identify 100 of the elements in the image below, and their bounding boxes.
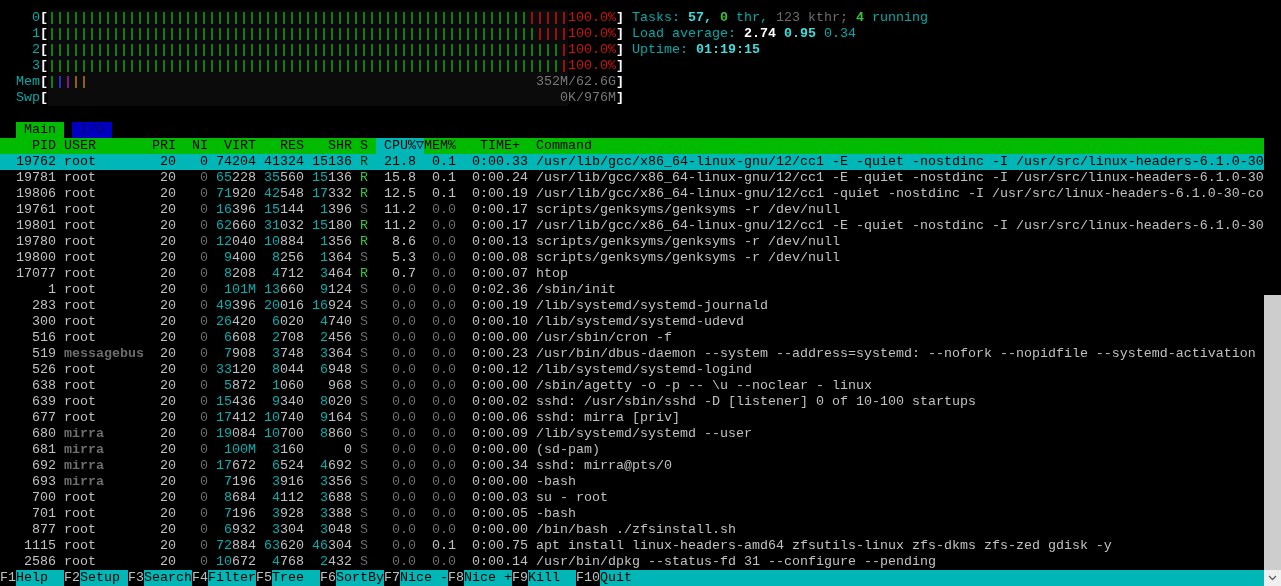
- pid-cell-text: 1115: [23, 538, 56, 554]
- nice-cell-text: 0: [199, 346, 208, 362]
- pid-cell-text: 639: [31, 394, 56, 410]
- process-row[interactable]: 680 mirra 20 0 19084 10700 8860 S 0.0 0.0 0:00.09 /lib/systemd/systemd --user: [0, 426, 1264, 442]
- meter-label: Swp: [15, 90, 40, 106]
- column-header[interactable]: SHR: [304, 138, 352, 154]
- res-cell-text: 3160: [271, 442, 304, 458]
- shr-cell-text: 6948: [319, 362, 352, 378]
- cpu-cell-text: 0.0: [391, 506, 416, 522]
- column-header[interactable]: TIME+: [456, 138, 520, 154]
- function-key-button[interactable]: F10Quit: [576, 570, 1264, 586]
- chevron-down-icon[interactable]: [1268, 575, 1277, 581]
- virt-cell-text: 26420: [215, 314, 256, 330]
- tab[interactable]: Main: [16, 122, 64, 138]
- virt-cell-text: 6932: [223, 522, 256, 538]
- function-key-button[interactable]: F3Search: [128, 570, 192, 586]
- nice-cell-text: 0: [199, 154, 208, 170]
- function-key-button[interactable]: F7Nice -: [384, 570, 448, 586]
- process-row[interactable]: 1115 root 20 0 72884 63620 46304 S 0.0 0.1 0:00.75 apt install linux-headers-amd64 zfsutils-linux zfs-dkms zfs-zed gdisk -y: [0, 538, 1264, 554]
- process-row[interactable]: 1 root 20 0 101M 13660 9124 S 0.0 0.0 0:02.36 /sbin/init: [0, 282, 1264, 298]
- virt-cell-text: 7908: [223, 346, 256, 362]
- nice-cell-text: 0: [199, 378, 208, 394]
- process-row[interactable]: 19762 root 20 0 74204 41324 15136 R 21.8 0.1 0:00.33 /usr/lib/gcc/x86_64-linux-gnu/12/cc1 -E -quiet -nostdinc -I /usr/src/linux-headers-6.1.0-30: [0, 154, 1264, 170]
- mem-cell-text: 0.0: [431, 554, 456, 570]
- virt-cell-text: 15436: [215, 394, 256, 410]
- column-header[interactable]: USER: [64, 138, 144, 154]
- process-row[interactable]: 283 root 20 0 49396 20016 16924 S 0.0 0.0 0:00.19 /lib/systemd/systemd-journald: [0, 298, 1264, 314]
- process-row[interactable]: 519 messagebus 20 0 7908 3748 3364 S 0.0 0.0 0:00.23 /usr/bin/dbus-daemon --system --address=systemd: --nofork --nopidfile --systemd-activation: [0, 346, 1264, 362]
- process-row[interactable]: 877 root 20 0 6932 3304 3048 S 0.0 0.0 0:00.00 /bin/bash ./zfsinstall.sh: [0, 522, 1264, 538]
- process-row[interactable]: 19780 root 20 0 12040 10884 1356 R 8.6 0.0 0:00.13 scripts/genksyms/genksyms -r /dev/null: [0, 234, 1264, 250]
- column-header[interactable]: MEM%: [424, 138, 456, 154]
- cpu-cell-text: 11.2: [383, 218, 416, 234]
- res-cell-text: 3928: [271, 506, 304, 522]
- process-row[interactable]: 19800 root 20 0 9400 8256 1364 S 5.3 0.0 0:00.08 scripts/genksyms/genksyms -r /dev/null: [0, 250, 1264, 266]
- meter-bracket: [: [40, 10, 48, 26]
- column-header[interactable]: PID: [0, 138, 56, 154]
- process-row[interactable]: 701 root 20 0 7196 3928 3388 S 0.0 0.0 0:00.05 -bash: [0, 506, 1264, 522]
- res-cell-text: 13660: [263, 282, 304, 298]
- process-row[interactable]: 2586 root 20 0 10672 4768 2432 S 0.0 0.0 0:00.14 /usr/bin/dpkg --status-fd 31 --configure --pending: [0, 554, 1264, 570]
- column-header[interactable]: PRI: [144, 138, 176, 154]
- function-key-button[interactable]: F5Tree: [256, 570, 320, 586]
- function-key-button[interactable]: F1Help: [0, 570, 64, 586]
- scrollbar-thumb[interactable]: [1264, 295, 1281, 570]
- state-cell-text: S: [359, 522, 368, 538]
- res-cell-text: 63620: [263, 538, 304, 554]
- res-cell-text: 42548: [263, 186, 304, 202]
- virt-cell-text: 33120: [215, 362, 256, 378]
- state-cell-text: S: [359, 538, 368, 554]
- state-cell-text: S: [359, 362, 368, 378]
- state-cell-text: S: [359, 346, 368, 362]
- process-row[interactable]: 639 root 20 0 15436 9340 8020 S 0.0 0.0 0:00.02 sshd: /usr/sbin/sshd -D [listener] 0 of 10-100 startups: [0, 394, 1264, 410]
- process-row[interactable]: 692 mirra 20 0 17672 6524 4692 S 0.0 0.0 0:00.34 sshd: mirra@pts/0: [0, 458, 1264, 474]
- process-row[interactable]: 526 root 20 0 33120 8044 6948 S 0.0 0.0 0:00.12 /lib/systemd/systemd-logind: [0, 362, 1264, 378]
- function-key-button[interactable]: F6SortBy: [320, 570, 384, 586]
- command-cell: scripts/genksyms/genksyms -r /dev/null: [536, 234, 840, 250]
- shr-cell-text: 2456: [319, 330, 352, 346]
- column-header[interactable]: CPU%▽: [376, 138, 424, 154]
- state-cell-text: R: [359, 234, 368, 250]
- pid-cell-text: 1: [47, 282, 56, 298]
- user-cell-text: root: [64, 362, 97, 378]
- process-row[interactable]: 17077 root 20 0 8208 4712 3464 R 0.7 0.0 0:00.07 htop: [0, 266, 1264, 282]
- mem-cell-text: 0.0: [431, 202, 456, 218]
- meter-label: Mem: [15, 74, 40, 90]
- column-header[interactable]: S: [352, 138, 368, 154]
- process-row[interactable]: 638 root 20 0 5872 1060 968 S 0.0 0.0 0:00.00 /sbin/agetty -o -p -- \u --noclear - linux: [0, 378, 1264, 394]
- process-row[interactable]: 19781 root 20 0 65228 35560 15136 R 15.8 0.1 0:00.24 /usr/lib/gcc/x86_64-linux-gnu/12/cc1 -E -quiet -nostdinc -I /usr/src/linux-headers-6.1.0-30: [0, 170, 1264, 186]
- virt-cell-text: 12040: [215, 234, 256, 250]
- function-key-button[interactable]: F9Kill: [512, 570, 576, 586]
- cpu-cell-text: 0.0: [391, 490, 416, 506]
- process-row[interactable]: 681 mirra 20 0 100M 3160 0 S 0.0 0.0 0:00.00 (sd-pam): [0, 442, 1264, 458]
- meter-bracket: ]: [616, 74, 624, 90]
- virt-cell-text: 10672: [215, 554, 256, 570]
- process-row[interactable]: 19801 root 20 0 62660 31032 15180 R 11.2 0.0 0:00.17 /usr/lib/gcc/x86_64-linux-gnu/12/cc1 -E -quiet -nostdinc -I /usr/src/linux-headers-6.1.0-30: [0, 218, 1264, 234]
- priority-cell-text: 20: [159, 314, 176, 330]
- process-row[interactable]: 700 root 20 0 8684 4112 3688 S 0.0 0.0 0:00.03 su - root: [0, 490, 1264, 506]
- meter-reading: 100.0%: [568, 42, 616, 58]
- summary-text: 57,: [688, 10, 712, 26]
- mem-cell-text: 0.1: [431, 154, 456, 170]
- function-key-button[interactable]: F2Setup: [64, 570, 128, 586]
- column-header[interactable]: VIRT: [208, 138, 256, 154]
- res-cell-text: 10740: [263, 410, 304, 426]
- time-cell-text: 0:00.24: [471, 170, 528, 186]
- process-row[interactable]: 300 root 20 0 26420 6020 4740 S 0.0 0.0 0:00.10 /lib/systemd/systemd-udevd: [0, 314, 1264, 330]
- column-header[interactable]: Command: [536, 138, 592, 154]
- function-key-button[interactable]: F8Nice +: [448, 570, 512, 586]
- process-row[interactable]: 677 root 20 0 17412 10740 9164 S 0.0 0.0 0:00.06 sshd: mirra [priv]: [0, 410, 1264, 426]
- process-row[interactable]: 19761 root 20 0 16396 15144 1396 S 11.2 0.0 0:00.17 scripts/genksyms/genksyms -r /dev/null: [0, 202, 1264, 218]
- summary-text: Uptime:: [632, 42, 688, 58]
- pid-cell-text: 638: [31, 378, 56, 394]
- user-cell-text: root: [64, 506, 97, 522]
- process-row[interactable]: 19806 root 20 0 71920 42548 17332 R 12.5 0.1 0:00.19 /usr/lib/gcc/x86_64-linux-gnu/12/cc1 -quiet -nostdinc -I /usr/src/linux-headers-6.1.0-30-co: [0, 186, 1264, 202]
- column-header[interactable]: NI: [176, 138, 208, 154]
- summary-text: 0: [720, 10, 728, 26]
- shr-cell-text: 3356: [319, 474, 352, 490]
- process-row[interactable]: 516 root 20 0 6608 2708 2456 S 0.0 0.0 0:00.00 /usr/sbin/cron -f: [0, 330, 1264, 346]
- meter-reading: 100.0%: [568, 10, 616, 26]
- process-row[interactable]: 693 mirra 20 0 7196 3916 3356 S 0.0 0.0 0:00.00 -bash: [0, 474, 1264, 490]
- function-key-button[interactable]: F4Filter: [192, 570, 256, 586]
- state-cell-text: R: [359, 186, 368, 202]
- column-header[interactable]: RES: [256, 138, 304, 154]
